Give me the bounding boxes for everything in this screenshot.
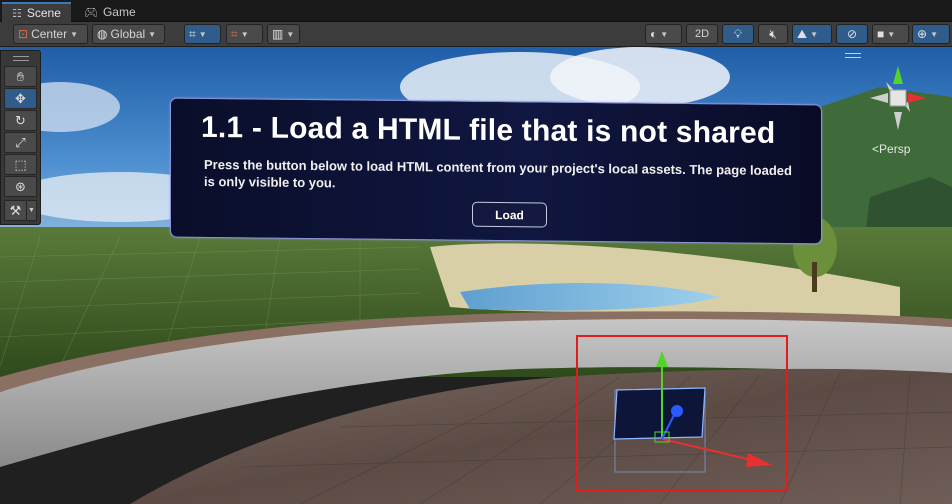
scene-visibility-toggle[interactable]: ⊘ [836,24,868,44]
chevron-down-icon: ▼ [148,29,157,39]
increment-snap-icon: ⌗ [231,26,238,41]
camera-settings-dropdown[interactable]: ■ ▼ [872,24,909,44]
tab-scene[interactable]: ☷ Scene [2,2,71,22]
chevron-down-icon: ▼ [930,29,938,39]
effects-icon: ⛰︎ [797,26,808,41]
rect-transform-icon: ⬚ [14,156,27,172]
scene-viewport[interactable]: 1.1 - Load a HTML file that is not share… [0,47,952,504]
scale-tool-button[interactable]: ⤢ [4,132,37,153]
chevron-down-icon: ▼ [887,29,896,39]
gizmo-drag-handle[interactable] [845,53,861,58]
mode-2d-label: 2D [694,28,710,40]
projection-label[interactable]: <Persp [872,142,910,156]
rect-tool-button[interactable]: ⬚ [4,154,37,175]
pivot-dropdown-label: Center [31,27,68,41]
custom-tool-dropdown[interactable]: ▼ [27,200,37,221]
persp-icon: < [872,142,880,156]
move-arrows-icon: ✥ [15,90,26,106]
gizmos-dropdown[interactable]: ⊕ ▼ [912,24,950,44]
grid-snap-icon: ⌗ [189,26,196,41]
pivot-center-icon: ⊡ [18,27,29,41]
selection-highlight-box [576,335,788,492]
increment-snapping-toggle[interactable]: ⌗ ▼ [226,24,263,44]
scale-icon: ⤢ [15,134,26,150]
chevron-down-icon: ▼ [70,29,79,39]
grid-lines-icon: ▥ [272,27,284,41]
hidden-eye-icon: ⊘ [846,27,858,41]
chevron-down-icon: ▼ [240,29,249,39]
transform-icon: ⊛ [15,178,26,194]
shading-sphere-icon: ◐ [650,27,658,41]
chevron-down-icon: ▼ [286,29,295,39]
chevron-down-icon: ▼ [28,207,35,214]
pivot-dropdown[interactable]: ⊡ Center ▼ [13,24,88,44]
tab-bar: ☷ Scene 🎮︎ Game [0,0,952,22]
mode-2d-toggle[interactable]: 2D [686,24,718,44]
palette-grip[interactable] [1,51,40,65]
rotate-icon: ↻ [15,112,26,128]
gamepad-icon: 🎮︎ [84,6,98,19]
chevron-down-icon: ▼ [660,29,669,39]
light-bulb-icon: 💡︎ [733,26,743,41]
gizmos-globe-icon: ⊕ [917,27,928,41]
transform-tool-button[interactable]: ⊛ [4,176,37,197]
globe-icon: ◍ [97,27,108,41]
space-dropdown-label: Global [110,27,146,41]
tab-game-label: Game [102,5,136,19]
tab-scene-label: Scene [26,6,61,20]
hand-tool-button[interactable]: ✋︎ [4,66,37,87]
panel-description: Press the button below to load HTML cont… [204,156,792,191]
scene-toolbar: ⊡ Center ▼ ◍ Global ▼ ⌗ ▼ ⌗ ▼ ▥ ▼ ◐ ▼ 2D [0,22,952,47]
custom-tools-row: ⚒ ▼ [4,200,37,221]
tools-icon: ⚒ [9,202,22,218]
grid-visibility-toggle[interactable]: ▥ ▼ [267,24,300,44]
custom-tool-button[interactable]: ⚒ [4,200,27,221]
audio-muted-icon: 🔇︎ [769,26,777,41]
lighting-toggle[interactable]: 💡︎ [722,24,754,44]
audio-toggle[interactable]: 🔇︎ [758,24,788,44]
load-button[interactable]: Load [472,201,547,228]
chevron-down-icon: ▼ [810,29,819,39]
scene-view-window: ☷ Scene 🎮︎ Game ⊡ Center ▼ ◍ Global ▼ ⌗ … [0,0,952,504]
chevron-down-icon: ▼ [198,29,207,39]
orientation-gizmo[interactable] [866,62,930,134]
move-tool-button[interactable]: ✥ [4,88,37,109]
tab-game[interactable]: 🎮︎ Game [74,2,146,22]
space-dropdown[interactable]: ◍ Global ▼ [92,24,165,44]
camera-icon: ■ [877,27,885,41]
rotate-tool-button[interactable]: ↻ [4,110,37,131]
tool-palette: ✋︎ ✥ ↻ ⤢ ⬚ ⊛ ⚒ ▼ [0,50,41,225]
html-content-panel: 1.1 - Load a HTML file that is not share… [170,97,822,245]
draw-mode-dropdown[interactable]: ◐ ▼ [645,24,682,44]
effects-dropdown[interactable]: ⛰︎ ▼ [792,24,832,44]
scene-grid-icon: ☷ [12,7,22,20]
hand-icon: ✋︎ [16,68,25,84]
grid-snapping-toggle[interactable]: ⌗ ▼ [184,24,221,44]
panel-title: 1.1 - Load a HTML file that is not share… [201,110,776,150]
projection-label-text: Persp [879,142,911,156]
